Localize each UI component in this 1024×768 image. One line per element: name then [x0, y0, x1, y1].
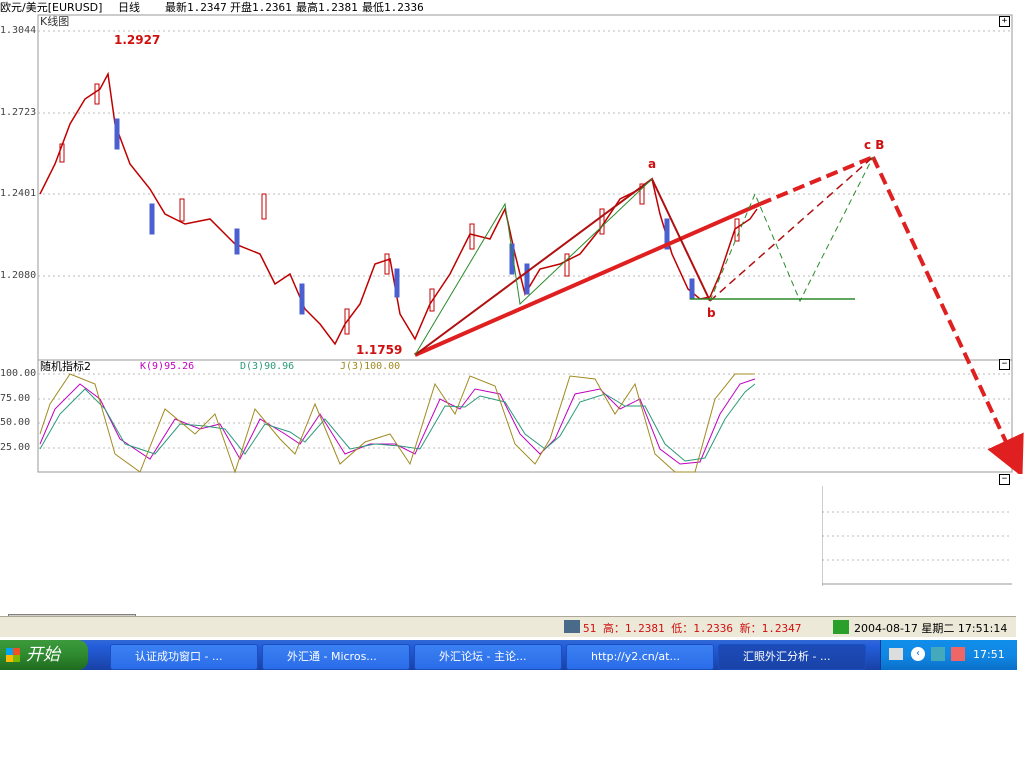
task-label-1: 认证成功窗口 - ...: [135, 650, 223, 663]
ind-ytick-1: 100.00: [0, 368, 37, 379]
keyboard-tray-icon[interactable]: [889, 648, 903, 660]
wave-c-dash: [759, 155, 874, 206]
start-button[interactable]: 开始: [0, 640, 88, 670]
calculator-icon: [564, 620, 580, 633]
symbol-label: 欧元/美元[EURUSD]: [0, 1, 103, 14]
high-price: 最高1.2381: [296, 1, 358, 14]
network-icon[interactable]: [931, 647, 945, 661]
ind-ytick-3: 50.00: [0, 417, 31, 428]
task-label-4: http://y2.cn/at...: [591, 650, 680, 663]
collapse-indicator-button[interactable]: −: [999, 359, 1010, 370]
price-series-early: [39, 71, 758, 346]
task-item-4[interactable]: http://y2.cn/at...: [566, 644, 714, 670]
k-value: K(9)95.26: [140, 361, 195, 372]
chevron-left-icon[interactable]: ‹: [911, 647, 925, 661]
forecast-arrow: [871, 156, 1024, 474]
wave-a: [414, 177, 711, 356]
j-value: J(3)100.00: [340, 361, 401, 372]
task-label-2: 外汇通 - Micros...: [287, 650, 377, 663]
wave-a-label: a: [648, 157, 657, 171]
volume-icon[interactable]: [951, 647, 965, 661]
task-item-2[interactable]: 外汇通 - Micros...: [262, 644, 410, 670]
ytick-2: 1.2723: [0, 107, 37, 118]
indicator-panel-title: 随机指标2: [40, 360, 91, 373]
bulb-icon: [833, 620, 849, 634]
lower-panel-grid: [822, 486, 1012, 586]
task-item-3[interactable]: 外汇论坛 - 主论...: [414, 644, 562, 670]
wave-cB-label: c B: [864, 138, 885, 152]
indicator-panel-frame: [37, 359, 1013, 473]
period-label: 日线: [118, 1, 140, 14]
kline-chart: [37, 14, 1024, 474]
ind-ytick-2: 75.00: [0, 393, 31, 404]
start-label: 开始: [26, 645, 60, 665]
d-line: [39, 383, 756, 462]
low-annotation: 1.1759: [356, 343, 403, 357]
high-annotation: 1.2927: [114, 33, 161, 47]
main-gridlines: [38, 30, 1012, 277]
task-label-5: 汇眼外汇分析 - ...: [743, 650, 831, 663]
ind-ytick-4: 25.00: [0, 442, 31, 453]
main-panel-title: K线图: [40, 15, 70, 28]
ytick-3: 1.2401: [0, 188, 37, 199]
task-item-5[interactable]: 汇眼外汇分析 - ...: [718, 644, 866, 670]
system-tray: ‹ 17:51: [880, 640, 1017, 670]
status-quote: 51 高：1.2381 低：1.2336 新：1.2347: [583, 622, 802, 635]
task-item-1[interactable]: 认证成功窗口 - ...: [110, 644, 258, 670]
open-price: 开盘1.2361: [230, 1, 292, 14]
candles-down: [114, 118, 695, 315]
ytick-4: 1.2080: [0, 270, 37, 281]
status-datetime: 2004-08-17 星期二 17:51:14: [854, 622, 1008, 635]
d-value: D(3)90.96: [240, 361, 295, 372]
low-price: 最低1.2336: [362, 1, 424, 14]
clock: 17:51: [973, 648, 1005, 661]
collapse-empty-panel-button[interactable]: −: [999, 474, 1010, 485]
latest-price: 最新1.2347: [165, 1, 227, 14]
indicator-gridlines: [38, 373, 1012, 449]
expand-main-button[interactable]: +: [999, 16, 1010, 27]
windows-logo-icon: [6, 648, 20, 662]
status-bar: 51 高：1.2381 低：1.2336 新：1.2347 2004-08-17…: [0, 616, 1016, 637]
wave-b-label: b: [707, 306, 716, 320]
task-label-3: 外汇论坛 - 主论...: [439, 650, 527, 663]
ytick-1: 1.3044: [0, 25, 37, 36]
